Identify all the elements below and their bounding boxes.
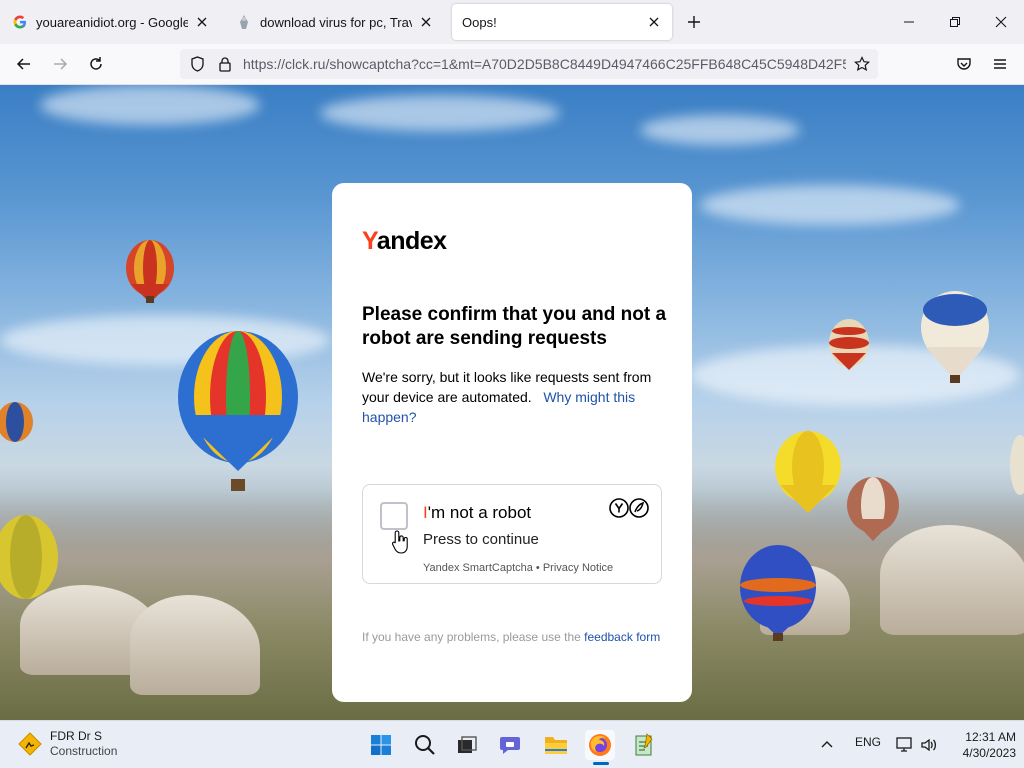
tab-download-virus[interactable]: download virus for pc, Travelse	[226, 4, 444, 40]
windows-start-icon	[371, 735, 391, 755]
url-text[interactable]: https://clck.ru/showcaptcha?cc=1&mt=A70D…	[243, 56, 846, 72]
address-bar[interactable]: https://clck.ru/showcaptcha?cc=1&mt=A70D…	[180, 49, 878, 79]
notepad-button[interactable]	[629, 730, 659, 760]
lock-icon[interactable]	[217, 56, 233, 72]
shield-icon[interactable]	[189, 56, 205, 72]
forward-button[interactable]	[46, 50, 74, 78]
teams-chat-icon	[500, 737, 520, 754]
description-text: We're sorry, but it looks like requests …	[362, 367, 667, 427]
active-app-indicator	[593, 762, 609, 765]
tab-oops[interactable]: Oops!	[452, 4, 672, 40]
restore-icon	[950, 17, 960, 27]
app-menu-button[interactable]	[986, 50, 1014, 78]
hamburger-menu-icon	[994, 59, 1006, 69]
reload-icon	[90, 57, 102, 70]
new-tab-button[interactable]	[682, 10, 706, 34]
not-a-robot-label[interactable]: I'm not a robot	[423, 503, 531, 523]
language-indicator[interactable]: ENG	[855, 735, 881, 749]
clock-time: 12:31 AM	[965, 730, 1016, 744]
close-icon[interactable]	[194, 14, 210, 30]
browser-titlebar: youareanidiot.org - Google Sear download…	[0, 0, 1024, 44]
back-button[interactable]	[10, 50, 38, 78]
tab-title: download virus for pc, Travelse	[260, 14, 412, 30]
page-heading: Please confirm that you and not a robot …	[362, 304, 667, 349]
file-explorer-icon	[545, 737, 567, 754]
star-icon[interactable]	[854, 56, 870, 72]
chevron-up-icon	[821, 741, 833, 748]
close-icon[interactable]	[418, 14, 434, 30]
clock-date: 4/30/2023	[962, 746, 1016, 760]
plus-icon	[688, 16, 700, 28]
hand-pointer-cursor-icon	[392, 530, 408, 554]
smartcaptcha-brand-link[interactable]: Yandex SmartCaptcha	[423, 562, 533, 574]
pocket-button[interactable]	[950, 50, 978, 78]
tab-title: Oops!	[462, 14, 497, 30]
minimize-button[interactable]	[886, 0, 932, 44]
pocket-icon	[957, 58, 971, 70]
android-icon	[236, 14, 252, 30]
file-explorer-button[interactable]	[541, 730, 571, 760]
arrow-left-icon	[16, 58, 30, 70]
close-icon	[995, 16, 1007, 28]
arrow-right-icon	[54, 58, 68, 70]
taskbar-search-button[interactable]	[410, 730, 440, 760]
weather-subtitle: Construction	[50, 744, 118, 758]
weather-title: FDR Dr S	[50, 729, 102, 743]
feedback-form-link[interactable]: feedback form	[584, 630, 660, 644]
weather-widget[interactable]: FDR Dr S Construction	[18, 729, 117, 759]
windows-taskbar: FDR Dr S Construction ENG 12:31 AM 4/30/…	[0, 720, 1024, 768]
privacy-notice-link[interactable]: Privacy Notice	[543, 562, 613, 574]
press-to-continue-label: Press to continue	[423, 531, 539, 548]
close-icon[interactable]	[646, 14, 662, 30]
network-button[interactable]	[892, 730, 916, 760]
captcha-card: Yandex Please confirm that you and not a…	[332, 183, 692, 702]
restore-button[interactable]	[932, 0, 978, 44]
task-view-button[interactable]	[452, 730, 482, 760]
speaker-icon	[921, 738, 937, 752]
notepad-icon	[635, 733, 653, 756]
smartcaptcha-logo-icon	[609, 498, 649, 518]
search-icon	[415, 735, 435, 755]
minimize-icon	[904, 21, 914, 23]
close-window-button[interactable]	[978, 0, 1024, 44]
reload-button[interactable]	[82, 50, 110, 78]
google-g-icon	[12, 14, 28, 30]
navigation-toolbar: https://clck.ru/showcaptcha?cc=1&mt=A70D…	[0, 44, 1024, 85]
construction-warning-icon	[18, 732, 42, 756]
volume-button[interactable]	[917, 730, 941, 760]
teams-chat-button[interactable]	[497, 730, 527, 760]
yandex-logo: Yandex	[362, 227, 447, 255]
problems-note: If you have any problems, please use the…	[362, 630, 661, 644]
system-clock[interactable]: 12:31 AM 4/30/2023	[950, 729, 1016, 761]
network-icon	[896, 737, 912, 752]
firefox-icon	[589, 734, 611, 756]
tab-google-search[interactable]: youareanidiot.org - Google Sear	[2, 4, 220, 40]
firefox-button[interactable]	[585, 730, 615, 760]
tab-title: youareanidiot.org - Google Sear	[36, 14, 188, 30]
task-view-icon	[458, 736, 477, 753]
start-button[interactable]	[366, 730, 396, 760]
not-a-robot-checkbox[interactable]	[380, 502, 408, 530]
page-viewport: Yandex Please confirm that you and not a…	[0, 85, 1024, 720]
show-hidden-icons-button[interactable]	[814, 730, 840, 760]
captcha-footer: Yandex SmartCaptcha • Privacy Notice	[423, 562, 614, 574]
